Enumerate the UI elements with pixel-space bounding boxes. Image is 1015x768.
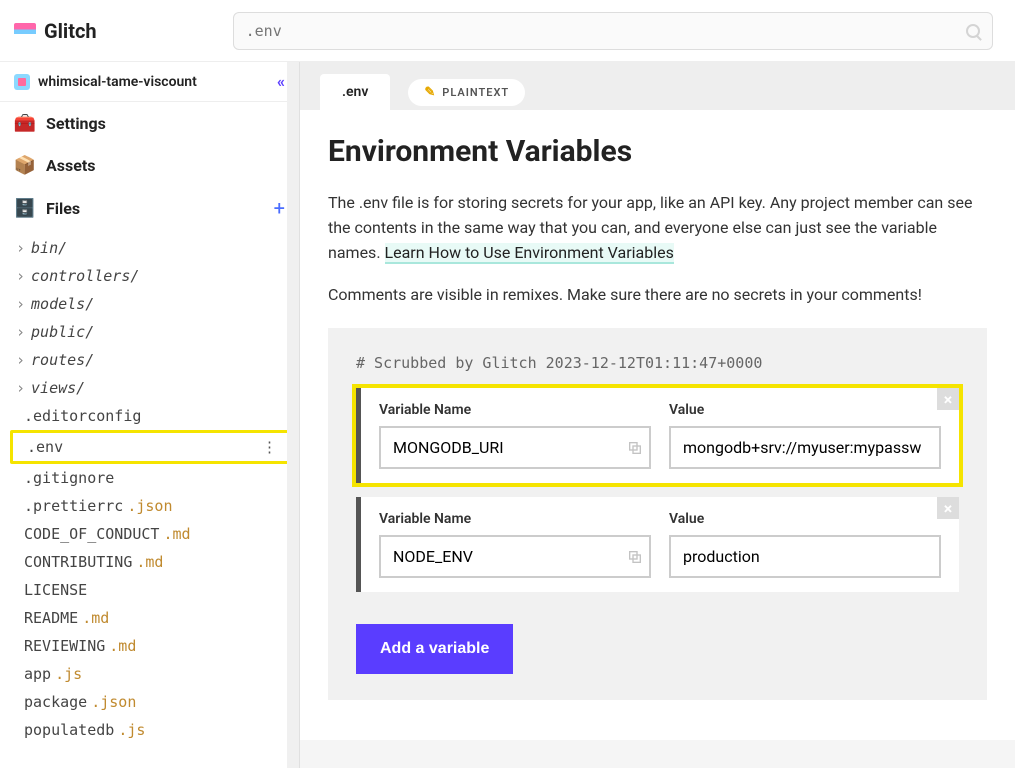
tab-env[interactable]: .env — [320, 74, 390, 110]
variable-value-input[interactable] — [669, 426, 941, 469]
file-mode-pill[interactable]: ✎ PLAINTEXT — [408, 79, 525, 106]
remove-variable-icon[interactable]: × — [937, 388, 959, 410]
tree-folder[interactable]: models/ — [10, 290, 291, 318]
search-input[interactable] — [246, 22, 966, 40]
collapse-sidebar-icon[interactable]: « — [277, 72, 285, 91]
sidebar: whimsical-tame-viscount « 🧰 Settings 📦 A… — [0, 62, 300, 768]
sidebar-section-assets[interactable]: 📦 Assets — [0, 144, 299, 186]
sidebar-section-files[interactable]: 🗄️ Files + — [0, 186, 299, 230]
file-mode-label: PLAINTEXT — [442, 86, 509, 99]
variable-value-input[interactable] — [669, 535, 941, 578]
assets-label: Assets — [46, 156, 95, 175]
assets-icon: 📦 — [14, 154, 36, 176]
tree-file[interactable]: .gitignore — [10, 464, 291, 492]
tree-file[interactable]: app.js — [10, 660, 291, 688]
glitch-logo-icon — [14, 23, 36, 39]
project-header[interactable]: whimsical-tame-viscount « — [0, 62, 299, 102]
settings-label: Settings — [46, 114, 106, 133]
search-box[interactable] — [233, 12, 993, 50]
variable-name-label: Variable Name — [379, 402, 651, 418]
topbar: Glitch — [0, 0, 1015, 62]
main-panel: .env ✎ PLAINTEXT Environment Variables T… — [300, 62, 1015, 768]
tree-file[interactable]: CONTRIBUTING.md — [10, 548, 291, 576]
variable-value-label: Value — [669, 511, 941, 527]
project-badge-icon — [14, 74, 30, 90]
add-variable-button[interactable]: Add a variable — [356, 624, 513, 674]
tree-folder[interactable]: bin/ — [10, 234, 291, 262]
remove-variable-icon[interactable]: × — [937, 497, 959, 519]
tree-folder[interactable]: views/ — [10, 374, 291, 402]
brand-logo[interactable]: Glitch — [14, 19, 97, 43]
env-editor: # Scrubbed by Glitch 2023-12-12T01:11:47… — [328, 328, 987, 700]
file-tree: bin/controllers/models/public/routes/vie… — [0, 230, 299, 768]
copy-icon[interactable] — [627, 549, 643, 565]
tab-label: .env — [342, 84, 368, 100]
scrollbar[interactable] — [287, 62, 299, 768]
page-title: Environment Variables — [328, 134, 987, 169]
env-comment: # Scrubbed by Glitch 2023-12-12T01:11:47… — [356, 354, 959, 372]
tab-bar: .env ✎ PLAINTEXT — [300, 62, 1015, 110]
pencil-icon: ✎ — [424, 85, 436, 100]
tree-file[interactable]: README.md — [10, 604, 291, 632]
tree-file[interactable]: CODE_OF_CONDUCT.md — [10, 520, 291, 548]
tree-folder[interactable]: routes/ — [10, 346, 291, 374]
page-description: The .env file is for storing secrets for… — [328, 191, 987, 265]
variable-name-input[interactable] — [379, 535, 651, 578]
variable-name-input[interactable] — [379, 426, 651, 469]
comments-note: Comments are visible in remixes. Make su… — [328, 285, 987, 304]
tree-folder[interactable]: public/ — [10, 318, 291, 346]
tree-file[interactable]: REVIEWING.md — [10, 632, 291, 660]
tree-file[interactable]: .editorconfig — [10, 402, 291, 430]
copy-icon[interactable] — [627, 440, 643, 456]
brand-name: Glitch — [44, 19, 97, 43]
settings-icon: 🧰 — [14, 112, 36, 134]
env-variable-row: × Variable Name Value — [356, 497, 959, 592]
tree-file[interactable]: populatedb.js — [10, 716, 291, 744]
files-label: Files — [46, 199, 80, 218]
tree-file[interactable]: .env⋮ — [10, 430, 291, 464]
sidebar-section-settings[interactable]: 🧰 Settings — [0, 102, 299, 144]
tree-file[interactable]: package.json — [10, 688, 291, 716]
tree-folder[interactable]: controllers/ — [10, 262, 291, 290]
tree-file[interactable]: LICENSE — [10, 576, 291, 604]
env-variable-row: × Variable Name Value — [356, 388, 959, 483]
learn-env-link[interactable]: Learn How to Use Environment Variables — [385, 243, 674, 264]
file-menu-icon[interactable]: ⋮ — [262, 438, 282, 456]
variable-value-label: Value — [669, 402, 941, 418]
files-icon: 🗄️ — [14, 197, 36, 219]
content-area: Environment Variables The .env file is f… — [300, 110, 1015, 740]
search-icon[interactable] — [966, 24, 980, 38]
tree-file[interactable]: .prettierrc.json — [10, 492, 291, 520]
add-file-icon[interactable]: + — [274, 196, 285, 220]
variable-name-label: Variable Name — [379, 511, 651, 527]
project-name: whimsical-tame-viscount — [38, 74, 197, 90]
